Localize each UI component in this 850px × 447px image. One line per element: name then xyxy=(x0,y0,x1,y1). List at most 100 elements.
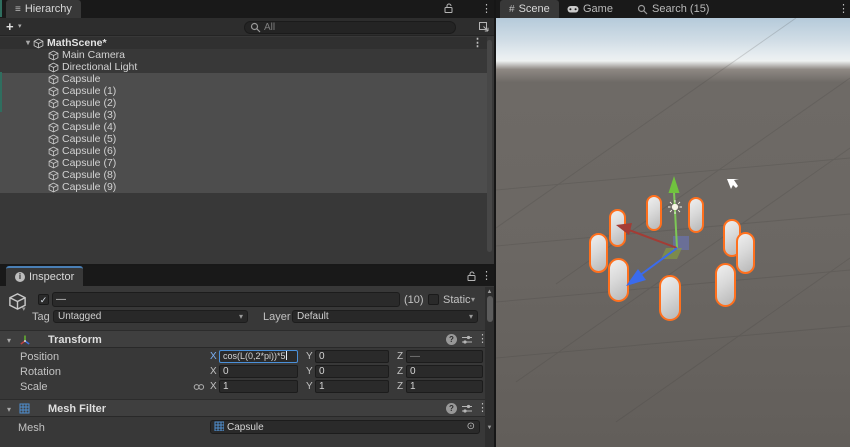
lock-icon[interactable] xyxy=(466,271,477,285)
object-name-field[interactable]: — xyxy=(52,292,400,307)
active-checkbox[interactable]: ✓ xyxy=(38,294,49,305)
hierarchy-item[interactable]: Capsule (1) xyxy=(0,85,487,97)
mesh-filter-header[interactable]: ▾ Mesh Filter ? ⋮ xyxy=(0,399,494,417)
scene-panel: # Scene Game Search (15) ⋮ xyxy=(496,0,850,447)
static-checkbox[interactable] xyxy=(428,294,439,305)
hierarchy-item[interactable]: Capsule (5) xyxy=(0,133,487,145)
foldout-icon[interactable]: ▾ xyxy=(7,336,11,345)
hierarchy-search-input[interactable]: All xyxy=(244,21,456,34)
preset-icon[interactable] xyxy=(461,334,473,346)
tab-inspector[interactable]: i Inspector xyxy=(6,266,83,286)
position-y-field[interactable]: 0 xyxy=(315,350,389,363)
open-search-window-icon[interactable] xyxy=(478,21,489,35)
preset-icon[interactable] xyxy=(461,403,473,415)
layer-dropdown[interactable]: Default ▾ xyxy=(292,310,478,323)
foldout-icon[interactable]: ▾ xyxy=(7,405,11,414)
hierarchy-item[interactable]: Capsule (9) xyxy=(0,181,487,193)
hierarchy-item[interactable]: Capsule (4) xyxy=(0,121,487,133)
link-scale-icon[interactable] xyxy=(193,382,205,392)
rotation-z-field[interactable]: 0 xyxy=(406,365,483,378)
position-z-field[interactable]: — xyxy=(406,350,483,363)
hierarchy-item[interactable]: Capsule xyxy=(0,73,487,85)
tab-hierarchy[interactable]: ≡ Hierarchy xyxy=(6,0,81,18)
hierarchy-item[interactable]: Capsule (2) xyxy=(0,97,487,109)
axis-y-label[interactable]: Y xyxy=(306,366,313,377)
gamepad-icon xyxy=(567,4,579,14)
position-x-field[interactable]: cos(L(0,2*pi))*5 xyxy=(219,350,298,363)
scene-grid-icon: # xyxy=(509,4,515,15)
gameobject-icon xyxy=(48,146,59,157)
mesh-filter-icon xyxy=(19,403,30,414)
search-placeholder: All xyxy=(264,22,275,33)
gameobject-icon xyxy=(48,110,59,121)
static-label: Static xyxy=(443,294,471,306)
gameobject-icon xyxy=(48,170,59,181)
hierarchy-kebab-icon[interactable]: ⋮ xyxy=(481,4,492,14)
gameobject-icon xyxy=(48,98,59,109)
hierarchy-item[interactable]: Capsule (6) xyxy=(0,145,487,157)
mesh-filter-title: Mesh Filter xyxy=(48,403,106,415)
unity-editor-window: ≡ Hierarchy ⋮ + ▾ All ▾ MathScene* ⋮ xyxy=(0,0,850,447)
hierarchy-tabbar: ≡ Hierarchy ⋮ xyxy=(0,0,494,18)
scene-row-kebab-icon[interactable]: ⋮ xyxy=(472,38,483,48)
help-icon[interactable]: ? xyxy=(446,403,457,414)
lock-icon[interactable] xyxy=(443,3,454,17)
scale-y-field[interactable]: 1 xyxy=(315,380,389,393)
panel-splitter-horizontal[interactable] xyxy=(0,264,496,266)
tab-scene[interactable]: # Scene xyxy=(500,0,559,18)
tag-dropdown[interactable]: Untagged ▾ xyxy=(53,310,248,323)
panel-splitter-vertical[interactable] xyxy=(494,0,496,447)
hierarchy-scene-row[interactable]: ▾ MathScene* ⋮ xyxy=(0,37,487,49)
inspector-scrollbar[interactable]: ▲ ▼ xyxy=(485,287,494,447)
mesh-icon xyxy=(214,421,224,431)
rotation-y-field[interactable]: 0 xyxy=(315,365,389,378)
hierarchy-tree: ▾ MathScene* ⋮ Main Camera Directional L… xyxy=(0,37,487,193)
transform-header[interactable]: ▾ Transform ? ⋮ xyxy=(0,330,494,348)
cursor-icon xyxy=(727,179,739,189)
hierarchy-item[interactable]: Capsule (3) xyxy=(0,109,487,121)
static-dropdown-icon[interactable]: ▾ xyxy=(471,295,475,304)
move-gizmo[interactable] xyxy=(496,18,850,447)
layer-label: Layer xyxy=(263,311,291,323)
object-picker-icon[interactable]: ⊙ xyxy=(467,421,475,433)
axis-y-label[interactable]: Y xyxy=(306,381,313,392)
tab-hierarchy-label: Hierarchy xyxy=(25,3,72,15)
hierarchy-item[interactable]: Directional Light xyxy=(0,61,487,73)
dock-edge-accent xyxy=(0,0,2,17)
create-object-dropdown-icon[interactable]: ▾ xyxy=(18,22,22,30)
scroll-down-icon[interactable]: ▼ xyxy=(485,425,494,431)
axis-x-label[interactable]: X xyxy=(210,366,217,377)
dock-edge-accent xyxy=(0,72,2,112)
hierarchy-item[interactable]: Capsule (8) xyxy=(0,169,487,181)
scroll-up-icon[interactable]: ▲ xyxy=(485,289,494,295)
axis-x-label[interactable]: X xyxy=(210,381,217,392)
create-object-button[interactable]: + xyxy=(6,19,14,34)
inspector-panel: i Inspector ⋮ ▾ ✓ — (10) Static ▾ Tag Un… xyxy=(0,266,494,447)
hierarchy-item[interactable]: Capsule (7) xyxy=(0,157,487,169)
transform-icon xyxy=(19,334,31,346)
info-icon: i xyxy=(15,272,25,282)
rotation-x-field[interactable]: 0 xyxy=(219,365,298,378)
axis-x-label[interactable]: X xyxy=(210,351,217,362)
inspector-kebab-icon[interactable]: ⋮ xyxy=(481,271,492,281)
gameobject-icon xyxy=(48,50,59,61)
foldout-icon[interactable]: ▾ xyxy=(26,37,30,49)
search-icon xyxy=(637,4,648,15)
help-icon[interactable]: ? xyxy=(446,334,457,345)
hierarchy-scrollbar[interactable] xyxy=(487,40,492,252)
axis-y-label[interactable]: Y xyxy=(306,351,313,362)
scene-viewport[interactable] xyxy=(496,18,850,447)
tab-game[interactable]: Game xyxy=(558,0,622,18)
position-label: Position xyxy=(20,351,59,363)
axis-z-label[interactable]: Z xyxy=(397,366,403,377)
tab-search[interactable]: Search (15) xyxy=(628,0,718,18)
hierarchy-item[interactable]: Main Camera xyxy=(0,49,487,61)
inspector-tabbar: i Inspector ⋮ xyxy=(0,266,494,286)
scene-kebab-icon[interactable]: ⋮ xyxy=(838,4,849,14)
mesh-object-field[interactable]: Capsule ⊙ xyxy=(210,420,480,434)
scale-x-field[interactable]: 1 xyxy=(219,380,298,393)
axis-z-label[interactable]: Z xyxy=(397,351,403,362)
object-icon-dropdown[interactable]: ▾ xyxy=(22,305,26,313)
axis-z-label[interactable]: Z xyxy=(397,381,403,392)
scale-z-field[interactable]: 1 xyxy=(406,380,483,393)
